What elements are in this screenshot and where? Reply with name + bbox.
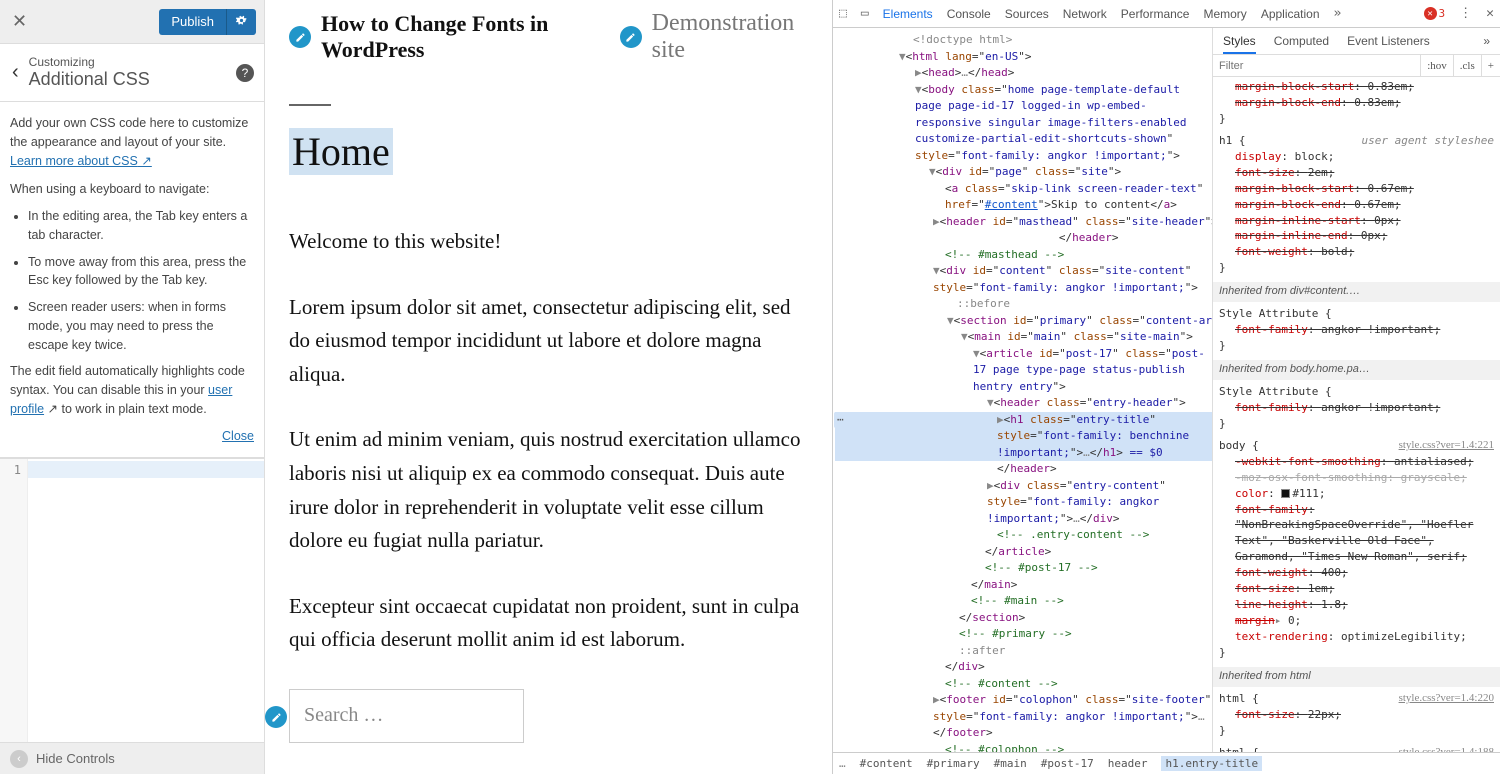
customizer-panel: ✕ Publish ‹ Customizing Additional CSS ?…	[0, 0, 265, 774]
learn-more-link[interactable]: Learn more about CSS ↗	[10, 154, 152, 168]
paragraph: Welcome to this website!	[289, 225, 808, 259]
edit-shortcut-icon[interactable]	[265, 706, 287, 728]
css-editor[interactable]: 1	[0, 458, 264, 742]
site-tagline: How to Change Fonts in WordPress	[321, 11, 610, 63]
styles-pane: Styles Computed Event Listeners » :hov .…	[1213, 28, 1500, 752]
tab-styles[interactable]: Styles	[1223, 34, 1256, 54]
page-title: Home	[289, 128, 393, 175]
close-devtools-icon[interactable]: ✕	[1486, 6, 1494, 21]
device-toggle-icon[interactable]: ▭	[861, 6, 869, 21]
hide-controls-button[interactable]: ‹ Hide Controls	[0, 742, 264, 774]
add-rule-icon[interactable]: +	[1481, 55, 1500, 76]
devtools-panel: ⬚ ▭ Elements Console Sources Network Per…	[832, 0, 1500, 774]
section-description: Add your own CSS code here to customize …	[0, 102, 264, 458]
cls-toggle[interactable]: .cls	[1453, 55, 1481, 76]
divider	[289, 104, 331, 106]
more-tabs-icon[interactable]: »	[1334, 6, 1342, 21]
tab-application[interactable]: Application	[1261, 7, 1320, 21]
site-preview: How to Change Fonts in WordPress Demonst…	[265, 0, 832, 774]
customizing-label: Customizing	[29, 55, 236, 69]
search-input[interactable]: Search …	[289, 689, 524, 743]
tab-event-listeners[interactable]: Event Listeners	[1347, 34, 1430, 48]
hov-toggle[interactable]: :hov	[1420, 55, 1453, 76]
line-number: 1	[14, 463, 21, 477]
more-tabs-icon[interactable]: »	[1483, 34, 1490, 48]
dom-tree[interactable]: <!doctype html> ▼<html lang="en-US"> ▶<h…	[833, 28, 1213, 752]
styles-filter-input[interactable]	[1213, 58, 1420, 74]
tab-memory[interactable]: Memory	[1203, 7, 1246, 21]
list-item: In the editing area, the Tab key enters …	[28, 207, 254, 245]
error-count[interactable]: ✕3	[1424, 7, 1446, 20]
site-title[interactable]: Demonstration site	[652, 10, 808, 64]
tab-elements[interactable]: Elements	[883, 7, 933, 21]
edit-shortcut-icon[interactable]	[289, 26, 311, 48]
chevron-left-icon: ‹	[10, 750, 28, 768]
tab-sources[interactable]: Sources	[1005, 7, 1049, 21]
section-title: Additional CSS	[29, 69, 236, 90]
tab-console[interactable]: Console	[947, 7, 991, 21]
list-item: To move away from this area, press the E…	[28, 253, 254, 291]
publish-settings-button[interactable]	[226, 9, 256, 35]
section-header: ‹ Customizing Additional CSS ?	[0, 44, 264, 102]
list-item: Screen reader users: when in forms mode,…	[28, 298, 254, 354]
tab-computed[interactable]: Computed	[1274, 34, 1329, 48]
settings-icon[interactable]: ⋮	[1459, 6, 1472, 21]
customizer-header: ✕ Publish	[0, 0, 264, 44]
close-icon[interactable]: ✕	[8, 7, 31, 36]
tab-network[interactable]: Network	[1063, 7, 1107, 21]
devtools-tabs: ⬚ ▭ Elements Console Sources Network Per…	[833, 0, 1500, 28]
help-icon[interactable]: ?	[236, 64, 254, 82]
back-button[interactable]: ‹	[6, 61, 25, 84]
styles-list[interactable]: margin-block-start: 0.83em; margin-block…	[1213, 77, 1500, 752]
inspect-icon[interactable]: ⬚	[839, 6, 847, 21]
close-description-link[interactable]: Close	[222, 429, 254, 443]
dom-breadcrumbs[interactable]: … #content #primary #main #post-17 heade…	[833, 752, 1500, 774]
tab-performance[interactable]: Performance	[1121, 7, 1190, 21]
gear-icon	[235, 15, 248, 30]
edit-shortcut-icon[interactable]	[620, 26, 642, 48]
paragraph: Lorem ipsum dolor sit amet, consectetur …	[289, 291, 808, 392]
publish-button[interactable]: Publish	[159, 9, 226, 35]
paragraph: Excepteur sint occaecat cupidatat non pr…	[289, 590, 808, 657]
paragraph: Ut enim ad minim veniam, quis nostrud ex…	[289, 423, 808, 557]
